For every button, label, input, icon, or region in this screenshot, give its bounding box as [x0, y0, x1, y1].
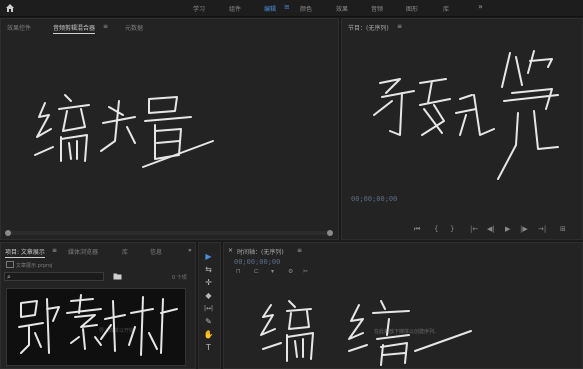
program-menu-icon[interactable]: ≡: [397, 23, 402, 30]
slip-icon[interactable]: |↔|: [203, 303, 214, 314]
tab-effect-controls[interactable]: 效果控件: [7, 23, 31, 32]
workspace-tab-libraries[interactable]: 库: [443, 4, 449, 13]
folder-icon[interactable]: [113, 272, 122, 280]
source-scrollbar[interactable]: [5, 230, 333, 236]
timeline-settings-icon[interactable]: ⚙: [288, 268, 293, 275]
type-icon[interactable]: T: [203, 342, 214, 353]
workspace-tab-assembly[interactable]: 组件: [229, 4, 241, 13]
program-timecode[interactable]: 00;00;00;00: [351, 195, 397, 203]
scroll-knob-left[interactable]: [5, 230, 11, 236]
track-select-icon[interactable]: ⇆: [203, 264, 214, 275]
play-icon[interactable]: ▶: [505, 225, 510, 233]
timeline-title[interactable]: 时间轴：(无序列): [237, 247, 284, 256]
tab-media-browser[interactable]: 媒体浏览器: [68, 247, 98, 256]
project-item-count: 0 个项: [172, 275, 187, 281]
linked-selection-icon[interactable]: ⊏: [254, 268, 259, 275]
project-tabs: 项目: 文章展示 ≡ 媒体浏览器 库 信息 »: [1, 243, 195, 258]
handwritten-edit-timeline-annotation: [260, 300, 472, 366]
mark-in-icon[interactable]: {: [434, 225, 438, 233]
tab-libraries[interactable]: 库: [122, 247, 128, 256]
step-forward-icon[interactable]: |▶: [520, 225, 528, 233]
workspace-bar: 学习 组件 编辑 ≡ 颜色 效果 音频 图形 库 »: [0, 0, 583, 17]
captions-icon[interactable]: ✂: [303, 268, 308, 275]
hand-icon[interactable]: ✋: [203, 329, 214, 340]
tab-metadata[interactable]: 元数据: [125, 23, 143, 32]
step-back-icon[interactable]: ◀|: [487, 225, 495, 233]
source-panel-tabs: 效果控件 音频剪辑混合器 ≡ 元数据: [1, 19, 338, 34]
button-editor-icon[interactable]: ⊞: [560, 225, 566, 233]
timeline-tabs: × 时间轴：(无序列) ≡: [224, 243, 582, 257]
snap-icon[interactable]: ⊓: [236, 268, 241, 275]
home-icon[interactable]: [5, 3, 15, 13]
project-panel: 项目: 文章展示 ≡ 媒体浏览器 库 信息 » 文章展示.prproj ⌕ 0 …: [0, 242, 196, 369]
handwritten-preview-annotation: [373, 50, 559, 180]
mark-out-icon[interactable]: }: [450, 225, 454, 233]
tab-info[interactable]: 信息: [150, 247, 162, 256]
program-title[interactable]: 节目：(无序列): [348, 23, 389, 32]
project-menu-icon[interactable]: ≡: [52, 247, 57, 254]
search-icon: ⌕: [7, 273, 11, 281]
workspace-tab-editing[interactable]: 编辑: [264, 4, 276, 13]
go-to-out-icon[interactable]: →|: [538, 225, 546, 233]
timeline-timecode[interactable]: 00;00;00;00: [234, 258, 280, 266]
razor-icon[interactable]: ◆: [203, 290, 214, 301]
project-file-icon: [6, 261, 14, 268]
workspace-tab-graphics[interactable]: 图形: [406, 4, 418, 13]
workspace-tab-color[interactable]: 颜色: [300, 4, 312, 13]
go-to-in-icon[interactable]: |←: [470, 225, 478, 233]
workspace-tab-learn[interactable]: 学习: [193, 4, 205, 13]
timeline-menu-icon[interactable]: ≡: [297, 247, 302, 254]
pen-icon[interactable]: ✎: [203, 316, 214, 327]
timeline-panel: × 时间轴：(无序列) ≡ 00;00;00;00 ⊓ ⊏ ▾ ⚙ ✂ 在此处放…: [223, 242, 583, 369]
tab-menu-icon[interactable]: ≡: [103, 23, 108, 30]
tab-audio-clip-mixer[interactable]: 音频剪辑混合器: [53, 23, 96, 34]
workspace-menu-icon[interactable]: ≡: [284, 3, 290, 11]
tools-panel: ▶ ⇆ ✛ ◆ |↔| ✎ ✋ T: [198, 242, 221, 369]
tab-project[interactable]: 项目: 文章展示: [5, 247, 45, 258]
add-marker-timeline-icon[interactable]: ▾: [271, 268, 274, 275]
project-file-name: 文章展示.prproj: [16, 263, 53, 269]
selection-tool-icon[interactable]: ▶: [203, 251, 214, 262]
project-bin-area[interactable]: 导入媒体以开始: [6, 288, 186, 366]
close-icon[interactable]: ×: [228, 247, 233, 254]
workspace-tab-effects[interactable]: 效果: [336, 4, 348, 13]
handwritten-import-annotation: [18, 294, 178, 356]
ripple-edit-icon[interactable]: ✛: [203, 277, 214, 288]
handwritten-edit-annotation: [34, 94, 214, 168]
project-overflow-icon[interactable]: »: [188, 247, 192, 254]
add-marker-icon[interactable]: ⏮: [414, 225, 420, 234]
program-monitor: 节目：(无序列) ≡ 00;00;00;00 ⏮ { } |← ◀| ▶ |▶ …: [341, 18, 583, 240]
scroll-knob-right[interactable]: [327, 230, 333, 236]
program-tabs: 节目：(无序列) ≡: [342, 19, 582, 33]
workspace-tab-audio[interactable]: 音频: [371, 4, 383, 13]
source-panel: 效果控件 音频剪辑混合器 ≡ 元数据: [0, 18, 339, 240]
workspace-overflow-icon[interactable]: »: [478, 2, 483, 11]
project-search-input[interactable]: ⌕: [4, 272, 104, 281]
